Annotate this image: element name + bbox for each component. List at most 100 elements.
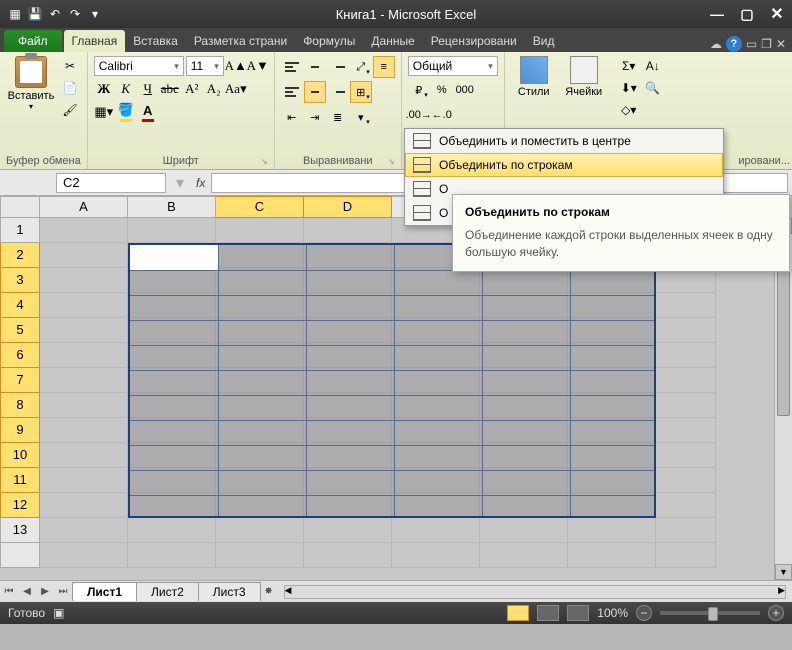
case-button[interactable]: Aa▾ (226, 79, 246, 99)
comma-style-button[interactable]: 000 (454, 79, 476, 101)
maximize-button[interactable]: ▢ (732, 4, 762, 24)
clear-button[interactable]: ◇▾ (619, 100, 639, 120)
zoom-in-button[interactable]: + (768, 605, 784, 621)
justify-button[interactable]: ≣ (327, 106, 349, 128)
row-header[interactable]: 5 (0, 318, 40, 343)
merge-cells-button[interactable]: ⊞ (350, 81, 372, 103)
align-top-button[interactable] (281, 56, 303, 78)
font-size-combo[interactable]: 11 (186, 56, 224, 76)
last-sheet-button[interactable]: ⏭ (54, 586, 72, 597)
tab-formulas[interactable]: Формулы (295, 30, 363, 52)
minimize-ribbon-icon[interactable]: ▭ (746, 37, 757, 51)
minimize-button[interactable]: — (702, 4, 732, 24)
close-workbook-icon[interactable]: ✕ (776, 37, 786, 51)
format-painter-button[interactable]: 🖌 (60, 100, 80, 120)
fbar-dropdown-icon[interactable]: ▾ (176, 173, 184, 193)
currency-button[interactable]: ₽ (408, 79, 430, 101)
fill-color-button[interactable]: 🪣 (116, 102, 136, 122)
page-layout-view-button[interactable] (537, 605, 559, 621)
cut-button[interactable]: ✂ (60, 56, 80, 76)
sort-filter-button[interactable]: A↓ (643, 56, 663, 76)
row-header[interactable]: 12 (0, 493, 40, 518)
autosum-button[interactable]: Σ▾ (619, 56, 639, 76)
shrink-font-button[interactable]: A▼ (248, 56, 268, 76)
row-header[interactable]: 1 (0, 218, 40, 243)
tab-home[interactable]: Главная (64, 30, 126, 52)
font-color-button[interactable]: A (138, 102, 158, 122)
qat-customize-icon[interactable]: ▾ (86, 5, 104, 23)
bold-button[interactable]: Ж (94, 79, 114, 99)
align-left-button[interactable] (281, 81, 303, 103)
copy-button[interactable]: 📄 (60, 78, 80, 98)
subscript-button[interactable]: A₂ (204, 79, 224, 99)
borders-button[interactable]: ▦▾ (94, 102, 114, 122)
row-header[interactable]: 3 (0, 268, 40, 293)
sheet-tab-1[interactable]: Лист1 (72, 582, 137, 601)
restore-window-icon[interactable]: ❐ (761, 37, 772, 51)
row-header[interactable]: 6 (0, 343, 40, 368)
grow-font-button[interactable]: A▲ (226, 56, 246, 76)
row-header[interactable]: 7 (0, 368, 40, 393)
tab-insert[interactable]: Вставка (125, 30, 186, 52)
undo-icon[interactable]: ↶ (46, 5, 64, 23)
normal-view-button[interactable] (507, 605, 529, 621)
row-header[interactable]: 4 (0, 293, 40, 318)
font-name-combo[interactable]: Calibri (94, 56, 184, 76)
name-box[interactable]: C2 (56, 173, 166, 193)
group-clipboard-label[interactable]: Буфер обмена (6, 153, 81, 167)
excel-icon[interactable]: ▦ (6, 5, 24, 23)
col-header[interactable]: B (128, 196, 216, 218)
merge-dropdown-button[interactable]: ▾ (350, 106, 372, 128)
align-middle-button[interactable] (304, 56, 326, 78)
cloud-icon[interactable]: ☁ (710, 37, 722, 51)
row-header[interactable]: 11 (0, 468, 40, 493)
decrease-decimal-button[interactable]: ←.0 (431, 104, 453, 126)
zoom-out-button[interactable]: − (636, 605, 652, 621)
tab-file[interactable]: Файл (4, 30, 62, 52)
row-header[interactable] (0, 543, 40, 568)
group-alignment-label[interactable]: Выравнивани (281, 153, 395, 167)
first-sheet-button[interactable]: ⏮ (0, 586, 18, 597)
new-sheet-button[interactable]: ✸ (260, 586, 278, 597)
col-header[interactable]: A (40, 196, 128, 218)
tab-page-layout[interactable]: Разметка страни (186, 30, 295, 52)
fx-icon[interactable]: fx (196, 176, 205, 190)
help-icon[interactable]: ? (726, 36, 742, 52)
macro-record-icon[interactable]: ▣ (53, 606, 64, 620)
increase-decimal-button[interactable]: .00→ (408, 104, 430, 126)
wrap-text-button[interactable]: ≡ (373, 56, 395, 78)
increase-indent-button[interactable]: ⇥ (304, 106, 326, 128)
merge-center-item[interactable]: Объединить и поместить в центре (405, 129, 723, 153)
tab-view[interactable]: Вид (525, 30, 563, 52)
horizontal-scrollbar[interactable]: ◀ ▶ (284, 585, 786, 599)
row-header[interactable]: 13 (0, 518, 40, 543)
strikethrough-button[interactable]: abc (160, 79, 180, 99)
vertical-scrollbar[interactable]: ▲ ▼ (774, 218, 792, 580)
prev-sheet-button[interactable]: ◀ (18, 586, 36, 597)
col-header[interactable]: D (304, 196, 392, 218)
percent-button[interactable]: % (431, 79, 453, 101)
zoom-level[interactable]: 100% (597, 606, 628, 620)
row-header[interactable]: 10 (0, 443, 40, 468)
tab-data[interactable]: Данные (363, 30, 422, 52)
align-right-button[interactable] (327, 81, 349, 103)
row-header[interactable]: 9 (0, 418, 40, 443)
page-break-view-button[interactable] (567, 605, 589, 621)
scroll-down-button[interactable]: ▼ (775, 564, 792, 580)
sheet-tab-3[interactable]: Лист3 (198, 582, 261, 601)
close-button[interactable]: ✕ (762, 4, 792, 24)
decrease-indent-button[interactable]: ⇤ (281, 106, 303, 128)
superscript-button[interactable]: A² (182, 79, 202, 99)
save-icon[interactable]: 💾 (26, 5, 44, 23)
italic-button[interactable]: К (116, 79, 136, 99)
align-bottom-button[interactable] (327, 56, 349, 78)
next-sheet-button[interactable]: ▶ (36, 586, 54, 597)
group-font-label[interactable]: Шрифт (94, 153, 268, 167)
underline-button[interactable]: Ч (138, 79, 158, 99)
redo-icon[interactable]: ↷ (66, 5, 84, 23)
paste-button[interactable]: Вставить ▾ (6, 56, 56, 153)
tab-review[interactable]: Рецензировани (423, 30, 525, 52)
fill-button[interactable]: ⬇▾ (619, 78, 639, 98)
col-header[interactable]: C (216, 196, 304, 218)
select-all-corner[interactable] (0, 196, 40, 218)
